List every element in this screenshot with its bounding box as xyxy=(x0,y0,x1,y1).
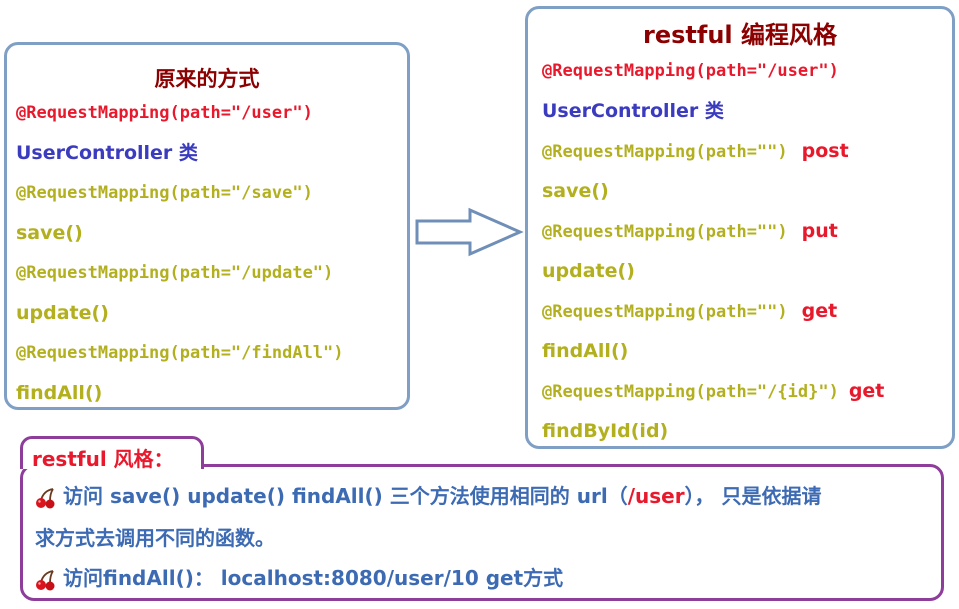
method-name: update() xyxy=(542,260,635,282)
summary-text: ）， 只是依据请 xyxy=(684,484,822,508)
method-mapping: @RequestMapping(path="/update") xyxy=(16,263,334,283)
original-approach-title: 原来的方式 xyxy=(154,67,260,91)
method-name: findAll() xyxy=(542,340,629,362)
method-mapping-row: @RequestMapping(path="") put xyxy=(542,219,838,244)
class-name: UserController 类 xyxy=(542,100,724,122)
method-mapping-row: @RequestMapping(path="") get xyxy=(542,299,837,324)
cherry-bullet-icon xyxy=(36,487,55,508)
summary-tab: restful 风格： xyxy=(20,436,204,471)
cherry-bullet-icon xyxy=(36,569,55,590)
method-mapping: @RequestMapping(path="") xyxy=(542,302,788,322)
method-name: update() xyxy=(16,302,109,324)
method-mapping: @RequestMapping(path="/save") xyxy=(16,183,313,203)
method-mapping: @RequestMapping(path="") xyxy=(542,142,788,162)
right-arrow-icon xyxy=(415,207,524,257)
http-verb: get xyxy=(801,300,838,322)
summary-label: restful 风格： xyxy=(32,447,174,471)
summary-line-3: 访问findAll()： localhost:8080/user/10 get方… xyxy=(35,565,563,591)
summary-line-1: 访问 save() update() findAll() 三个方法使用相同的 u… xyxy=(35,483,822,509)
method-name: findAll() xyxy=(16,382,103,404)
summary-text: 访问findAll()： localhost:8080/user/10 get方… xyxy=(63,566,564,590)
method-mapping: @RequestMapping(path="/findAll") xyxy=(16,343,344,363)
original-approach-box: 原来的方式 @RequestMapping(path="/user") User… xyxy=(4,42,410,410)
method-mapping-row: @RequestMapping(path="/{id}") get xyxy=(542,379,884,404)
method-name: findById(id) xyxy=(542,420,669,442)
summary-box: 访问 save() update() findAll() 三个方法使用相同的 u… xyxy=(20,464,944,601)
class-mapping: @RequestMapping(path="/user") xyxy=(16,103,313,123)
method-mapping-row: @RequestMapping(path="") post xyxy=(542,139,849,164)
http-verb: get xyxy=(848,380,885,402)
http-verb: put xyxy=(801,220,838,242)
class-mapping: @RequestMapping(path="/user") xyxy=(542,61,839,81)
url-highlight: /user xyxy=(627,484,685,508)
restful-approach-box: restful 编程风格 @RequestMapping(path="/user… xyxy=(525,6,955,449)
summary-text: 访问 save() update() findAll() 三个方法使用相同的 u… xyxy=(63,484,628,508)
method-name: save() xyxy=(16,222,83,244)
http-verb: post xyxy=(801,140,849,162)
method-name: save() xyxy=(542,180,609,202)
summary-line-2: 求方式去调用不同的函数。 xyxy=(35,526,275,550)
class-name: UserController 类 xyxy=(16,142,198,164)
method-mapping: @RequestMapping(path="/{id}") xyxy=(542,382,839,402)
restful-approach-title: restful 编程风格 xyxy=(643,21,837,49)
method-mapping: @RequestMapping(path="") xyxy=(542,222,788,242)
